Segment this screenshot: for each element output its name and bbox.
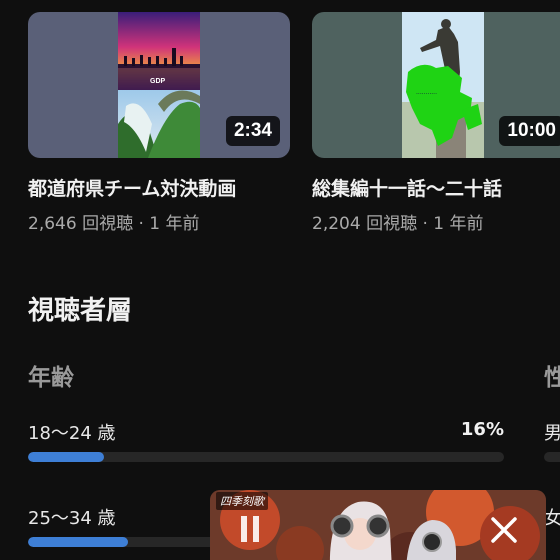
mini-player-label: 四季刻歌 bbox=[216, 492, 268, 510]
mini-player[interactable]: 四季刻歌 bbox=[210, 490, 546, 560]
video-title[interactable]: 都道府県チーム対決動画 bbox=[28, 174, 290, 201]
video-thumbnail[interactable]: GDP 2:34 bbox=[28, 12, 290, 158]
audience-section-title: 視聴者層 bbox=[28, 296, 133, 326]
svg-text:···········: ··········· bbox=[416, 91, 437, 98]
age-row-bar-fill bbox=[28, 537, 128, 547]
video-title[interactable]: 総集編十一話〜二十話 bbox=[312, 174, 560, 201]
view-count: 2,204 回視聴 bbox=[312, 214, 418, 234]
pause-icon[interactable] bbox=[238, 514, 262, 550]
age-heading: 年齢 bbox=[28, 365, 74, 391]
video-thumbnail[interactable]: ··········· 10:00 bbox=[312, 12, 560, 158]
video-card[interactable]: GDP 2:34 都道府県チーム対決動画 2,646 回視聴 · 1 年前 bbox=[28, 12, 290, 234]
video-card[interactable]: ··········· 10:00 総集編十一話〜二十話 2,204 回視聴 ·… bbox=[312, 12, 560, 234]
age-row-percent: 16% bbox=[460, 419, 504, 440]
gender-row-label: 女 bbox=[544, 508, 560, 529]
upload-age: 1 年前 bbox=[149, 214, 200, 234]
thumbnail-caption: GDP bbox=[150, 78, 166, 85]
view-count: 2,646 回視聴 bbox=[28, 214, 134, 234]
age-row-label: 18〜24 歳 bbox=[28, 423, 116, 444]
gender-heading: 性 bbox=[544, 365, 560, 391]
close-icon[interactable] bbox=[490, 516, 518, 550]
duration-badge: 10:00 bbox=[499, 116, 560, 146]
thumbnail-image: GDP bbox=[118, 12, 200, 158]
age-row-bar-fill bbox=[28, 452, 105, 462]
video-meta: 2,204 回視聴 · 1 年前 bbox=[312, 209, 560, 234]
duration-badge: 2:34 bbox=[225, 116, 280, 146]
video-meta: 2,646 回視聴 · 1 年前 bbox=[28, 209, 290, 234]
meta-separator: · bbox=[422, 214, 428, 234]
gender-row-bar bbox=[544, 452, 560, 462]
age-row-bar bbox=[28, 452, 504, 462]
upload-age: 1 年前 bbox=[433, 214, 484, 234]
thumbnail-image: ··········· bbox=[402, 12, 484, 158]
gender-row-label: 男 bbox=[544, 423, 560, 444]
meta-separator: · bbox=[138, 214, 144, 234]
age-row-label: 25〜34 歳 bbox=[28, 508, 116, 529]
